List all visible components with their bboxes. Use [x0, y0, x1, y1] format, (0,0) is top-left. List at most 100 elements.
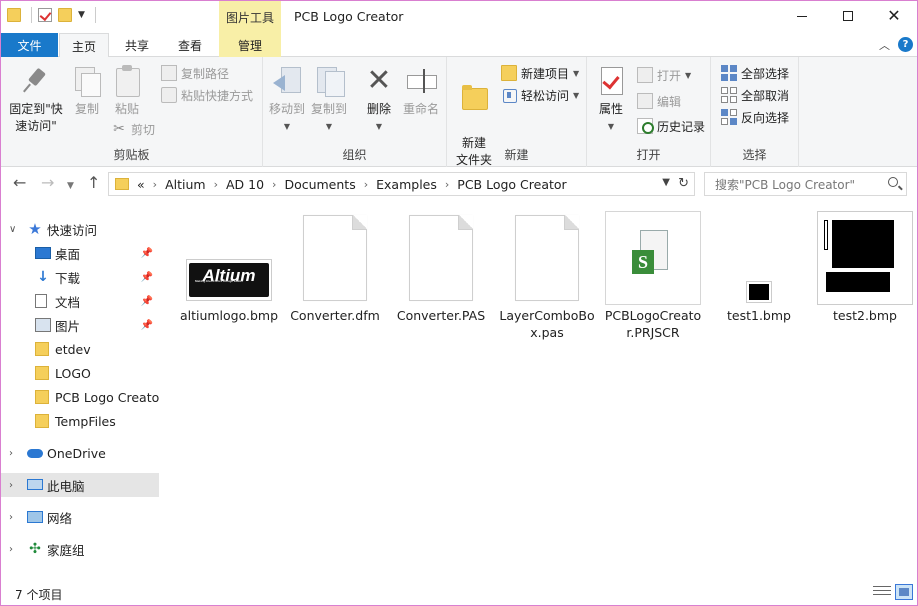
new-folder-icon[interactable] — [58, 8, 72, 22]
rename-icon — [405, 65, 437, 97]
invert-selection-button[interactable]: 反向选择 — [721, 107, 789, 127]
copy-path-button[interactable]: 复制路径 — [161, 63, 229, 83]
sidebar-item-onedrive[interactable]: › OneDrive — [1, 441, 159, 465]
address-bar[interactable]: « › Altium › AD 10 › Documents › Example… — [108, 172, 695, 196]
copy-path-icon — [161, 65, 177, 81]
file-item[interactable]: Altium Making Electronics Design Easier … — [179, 211, 279, 341]
forward-arrow-icon[interactable]: → — [41, 174, 54, 192]
collapsed-chevron-icon[interactable]: › — [9, 544, 13, 555]
tab-file[interactable]: 文件 — [1, 33, 58, 57]
cut-button[interactable]: ✂ 剪切 — [111, 119, 155, 139]
properties-check-icon[interactable] — [38, 8, 52, 22]
sidebar-item-label: 图片 — [55, 318, 81, 334]
refresh-icon[interactable]: ↻ — [678, 176, 689, 191]
breadcrumb-separator-icon[interactable]: › — [364, 178, 368, 191]
ribbon: 固定到"快速访问" 复制 粘贴 复制路径 粘贴快捷方式 ✂ 剪切 剪贴板 移动到… — [1, 57, 917, 167]
pin-icon[interactable]: 📌 — [141, 320, 153, 331]
open-button[interactable]: 打开 ▼ — [637, 65, 691, 85]
details-view-icon[interactable] — [873, 586, 891, 598]
paste-shortcut-button[interactable]: 粘贴快捷方式 — [161, 85, 253, 105]
file-item[interactable]: test2.bmp — [815, 211, 915, 341]
breadcrumb-item[interactable]: AD 10 — [226, 177, 264, 192]
history-button[interactable]: 历史记录 — [637, 116, 705, 136]
pin-to-quick-access-button[interactable]: 固定到"快速访问" — [5, 65, 67, 135]
file-name: Converter.PAS — [396, 308, 486, 323]
address-dropdown-chevron-icon[interactable]: ▼ — [662, 177, 670, 188]
document-thumbnail-icon — [515, 215, 579, 301]
breadcrumb-separator-icon[interactable]: › — [214, 178, 218, 191]
sidebar-item-desktop[interactable]: 桌面 📌 — [1, 241, 159, 265]
tab-share[interactable]: 共享 — [111, 33, 163, 57]
move-to-button[interactable]: 移动到 ▼ — [267, 65, 307, 135]
edit-button[interactable]: 编辑 — [637, 91, 681, 111]
collapse-ribbon-chevron-icon[interactable]: ︿ — [879, 37, 890, 53]
search-box[interactable]: 搜索"PCB Logo Creator" — [704, 172, 907, 196]
large-icons-view-icon[interactable] — [895, 584, 913, 600]
sidebar-item-pcb-logo-creator[interactable]: PCB Logo Creator — [1, 385, 159, 409]
copy-to-button[interactable]: 复制到 ▼ — [309, 65, 349, 135]
close-button[interactable]: ✕ — [871, 1, 917, 31]
breadcrumb-item[interactable]: Altium — [165, 177, 206, 192]
new-item-icon — [501, 65, 517, 81]
collapsed-chevron-icon[interactable]: › — [9, 448, 13, 459]
properties-button[interactable]: 属性 ▼ — [593, 65, 629, 135]
delete-button[interactable]: ✕ 删除 ▼ — [361, 65, 397, 135]
paste-button[interactable]: 粘贴 — [109, 65, 145, 118]
breadcrumb-overflow[interactable]: « — [137, 177, 145, 192]
folder-icon[interactable] — [7, 8, 21, 22]
sidebar-item-label: 网络 — [47, 510, 73, 526]
explorer-window: ▼ 图片工具 PCB Logo Creator ✕ 文件 主页 共享 查看 管理… — [0, 0, 918, 606]
sidebar-item-documents[interactable]: 文档 📌 — [1, 289, 159, 313]
sidebar-item-label: 下载 — [55, 270, 81, 286]
rename-button[interactable]: 重命名 — [401, 65, 441, 118]
breadcrumb-item[interactable]: PCB Logo Creator — [457, 177, 566, 192]
pin-icon[interactable]: 📌 — [141, 248, 153, 259]
collapsed-chevron-icon[interactable]: › — [9, 512, 13, 523]
breadcrumb-separator-icon[interactable]: › — [153, 178, 157, 191]
easy-access-button[interactable]: 轻松访问 ▼ — [501, 85, 579, 105]
copy-button[interactable]: 复制 — [69, 65, 105, 118]
select-all-icon — [721, 65, 737, 81]
breadcrumb-item[interactable]: Examples — [376, 177, 437, 192]
select-all-button[interactable]: 全部选择 — [721, 63, 789, 83]
tab-home[interactable]: 主页 — [59, 33, 109, 58]
new-item-button[interactable]: 新建项目 ▼ — [501, 63, 579, 83]
sidebar-item-downloads[interactable]: ↓ 下载 📌 — [1, 265, 159, 289]
sidebar-item-this-pc[interactable]: › 此电脑 — [1, 473, 159, 497]
sidebar-item-tempfiles[interactable]: TempFiles — [1, 409, 159, 433]
pin-icon[interactable]: 📌 — [141, 272, 153, 283]
sidebar-item-homegroup[interactable]: › ✣ 家庭组 — [1, 537, 159, 561]
file-item[interactable]: Converter.PAS — [391, 211, 491, 341]
sidebar-item-quick-access[interactable]: ∨ ★ 快速访问 — [1, 217, 159, 241]
organize-group-label: 组织 — [342, 148, 367, 162]
minimize-button[interactable] — [779, 1, 825, 31]
breadcrumb-separator-icon[interactable]: › — [445, 178, 449, 191]
sidebar-item-label: 文档 — [55, 294, 81, 310]
file-item[interactable]: S PCBLogoCreator.PRJSCR — [603, 211, 703, 341]
sidebar-item-logo[interactable]: LOGO — [1, 361, 159, 385]
customize-toolbar-dropdown-icon[interactable]: ▼ — [78, 10, 85, 20]
search-icon[interactable] — [888, 177, 898, 187]
recent-locations-chevron-icon[interactable]: ▼ — [67, 177, 74, 195]
help-icon[interactable]: ? — [898, 37, 913, 52]
expanded-chevron-icon[interactable]: ∨ — [9, 224, 16, 235]
breadcrumb-separator-icon[interactable]: › — [272, 178, 276, 191]
pin-icon[interactable]: 📌 — [141, 296, 153, 307]
network-icon — [27, 511, 43, 523]
collapsed-chevron-icon[interactable]: › — [9, 480, 13, 491]
select-none-button[interactable]: 全部取消 — [721, 85, 789, 105]
sidebar-item-etdev[interactable]: etdev — [1, 337, 159, 361]
clipboard-group-label: 剪贴板 — [113, 148, 150, 162]
maximize-button[interactable] — [825, 1, 871, 31]
sidebar-item-network[interactable]: › 网络 — [1, 505, 159, 529]
tab-view[interactable]: 查看 — [165, 33, 215, 57]
back-arrow-icon[interactable]: ← — [13, 174, 26, 192]
sidebar-item-pictures[interactable]: 图片 📌 — [1, 313, 159, 337]
up-arrow-icon[interactable]: ↑ — [87, 174, 100, 192]
file-item[interactable]: Converter.dfm — [285, 211, 385, 341]
tab-manage[interactable]: 管理 — [219, 33, 281, 57]
file-item[interactable]: LayerComboBox.pas — [497, 211, 597, 341]
bitmap-block — [824, 220, 828, 250]
breadcrumb-item[interactable]: Documents — [284, 177, 355, 192]
file-item[interactable]: test1.bmp — [709, 211, 809, 341]
